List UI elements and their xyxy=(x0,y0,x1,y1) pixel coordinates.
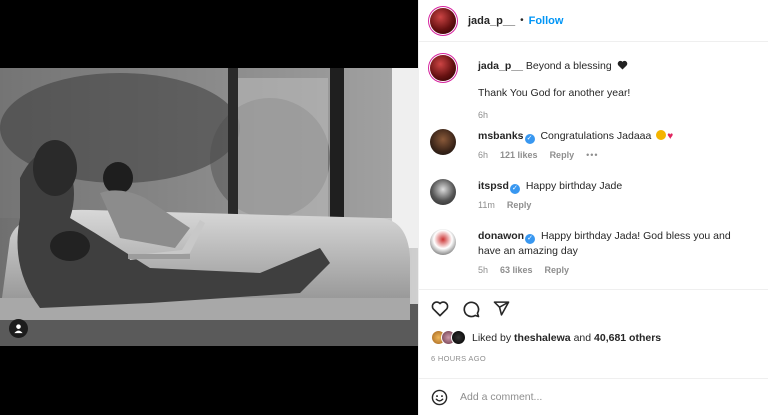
caption: jada_p__ Beyond a blessing Thank You God… xyxy=(430,55,756,120)
commenter-avatar[interactable] xyxy=(430,179,456,205)
share-icon[interactable] xyxy=(493,300,510,317)
verified-icon: ✓ xyxy=(525,234,536,244)
emoji-icon[interactable] xyxy=(431,389,448,406)
media-pane xyxy=(0,0,418,415)
comment-likes[interactable]: 121 likes xyxy=(500,150,538,160)
post-sidebar: jada_p__ • Follow jada_p__ Beyond a bles… xyxy=(418,0,768,415)
follow-button[interactable]: Follow xyxy=(529,15,564,27)
author-avatar[interactable] xyxy=(430,7,456,34)
likes-and: and xyxy=(573,331,592,344)
user-tag-icon xyxy=(14,324,23,334)
reply-button[interactable]: Reply xyxy=(507,200,532,210)
verified-icon: ✓ xyxy=(524,134,535,144)
post-header: jada_p__ • Follow xyxy=(419,0,768,42)
liked-by-label: Liked by xyxy=(472,331,512,344)
more-options-icon[interactable]: ••• xyxy=(586,150,598,160)
comments-list: jada_p__ Beyond a blessing Thank You God… xyxy=(419,43,768,288)
action-bar xyxy=(419,289,768,327)
caption-text: Beyond a blessing xyxy=(525,60,612,72)
caption-username[interactable]: jada_p__ xyxy=(478,60,523,72)
caption-text-2: Thank You God for another year! xyxy=(478,87,631,99)
comment-time: 11m xyxy=(478,200,495,210)
likes-count[interactable]: 40,681 others xyxy=(594,332,661,344)
comment-icon[interactable] xyxy=(462,300,480,318)
user-tag-button[interactable] xyxy=(9,319,28,338)
separator-dot: • xyxy=(520,15,524,26)
comment: itspsd ✓ Happy birthday Jade 11m Reply xyxy=(430,179,756,210)
liker-avatar xyxy=(451,330,466,345)
verified-icon: ✓ xyxy=(509,184,520,194)
reply-button[interactable]: Reply xyxy=(550,150,575,160)
black-heart-icon xyxy=(617,60,627,70)
post-photo[interactable] xyxy=(0,68,418,346)
comment-time: 6h xyxy=(478,150,489,160)
add-comment-input[interactable] xyxy=(460,391,740,403)
post-viewer: jada_p__ • Follow jada_p__ Beyond a bles… xyxy=(0,0,768,415)
commenter-username[interactable]: itspsd xyxy=(478,180,509,192)
liker-avatars[interactable] xyxy=(431,330,466,345)
heart-icon[interactable] xyxy=(431,300,449,317)
post-timestamp: 6 HOURS AGO xyxy=(431,354,486,363)
commenter-username[interactable]: msbanks xyxy=(478,130,524,142)
caption-avatar[interactable] xyxy=(430,55,456,81)
heart-eyes-emoji-icon xyxy=(656,130,667,140)
comment: donawon ✓ Happy birthday Jada! God bless … xyxy=(430,229,756,275)
reply-button[interactable]: Reply xyxy=(545,265,570,275)
add-comment-bar xyxy=(419,378,768,415)
author-username[interactable]: jada_p__ xyxy=(468,15,515,27)
likes-summary: Liked by theshalewa and 40,681 others xyxy=(431,330,756,345)
commenter-avatar[interactable] xyxy=(430,229,456,255)
comment: msbanks ✓ Congratulations Jadaaa ♥ 6h 121… xyxy=(430,129,756,160)
comment-time: 5h xyxy=(478,265,489,275)
comment-text: Congratulations Jadaaa xyxy=(540,130,652,142)
heart-emoji-icon: ♥ xyxy=(667,131,674,142)
comment-likes[interactable]: 63 likes xyxy=(500,265,533,275)
commenter-username[interactable]: donawon xyxy=(478,230,524,242)
comment-text: Happy birthday Jade xyxy=(525,180,623,192)
commenter-avatar[interactable] xyxy=(430,129,456,155)
liked-by-user[interactable]: theshalewa xyxy=(514,332,571,344)
caption-time: 6h xyxy=(478,110,489,120)
